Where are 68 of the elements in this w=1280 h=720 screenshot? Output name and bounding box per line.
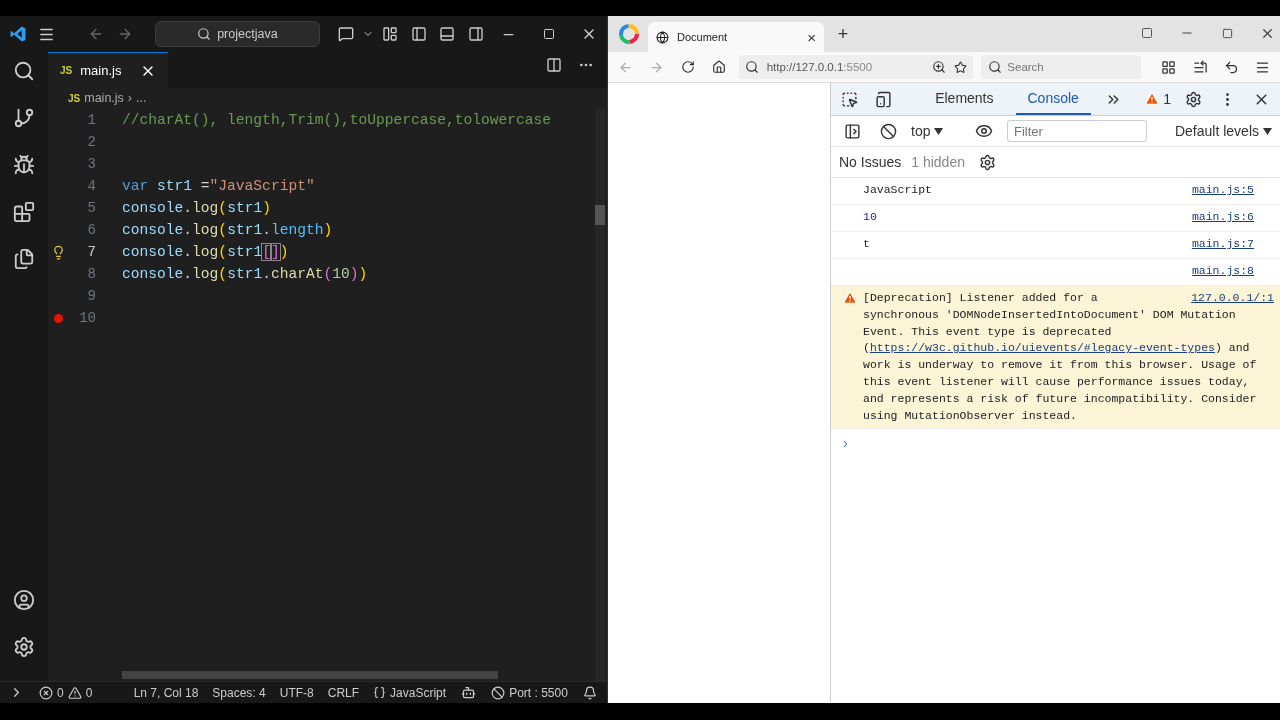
line-number: 7 xyxy=(86,244,96,260)
hidden-count: 1 hidden xyxy=(911,154,965,170)
port-status[interactable]: Port : 5500 xyxy=(491,685,568,700)
error-icon xyxy=(39,685,54,700)
line-number: 4 xyxy=(86,178,96,194)
vertical-scrollbar[interactable] xyxy=(595,108,605,681)
code-line: console.log(str1) xyxy=(122,200,271,216)
braces-icon xyxy=(373,686,387,699)
new-tab-button[interactable]: + xyxy=(830,21,856,47)
log-output: JavaScript xyxy=(863,182,933,198)
log-output: 10 xyxy=(863,209,878,225)
code-line: //charAt(), length,Trim(),toUppercase,tolowercase xyxy=(122,112,552,128)
language-status[interactable]: JavaScript xyxy=(373,685,447,700)
docs-link[interactable]: https://w3c.github.io/uievents/#legacy-event-types xyxy=(869,341,1215,355)
browser-tab[interactable]: Document × xyxy=(648,22,824,52)
line-number: 3 xyxy=(86,156,96,172)
source-link[interactable]: main.js:7 xyxy=(1191,236,1254,253)
search-field[interactable]: Search xyxy=(981,55,1142,79)
address-bar[interactable]: http://127.0.0.1:5500 xyxy=(738,55,974,79)
line-number: 2 xyxy=(86,134,96,150)
warning-text: [Deprecation] Listener added for a xyxy=(863,290,1098,306)
warning-icon xyxy=(67,685,82,700)
code-line: var str1 ="JavaScript" xyxy=(122,178,315,194)
caret-icon[interactable] xyxy=(934,127,944,135)
status-item[interactable]: Spaces: 4 xyxy=(212,685,266,700)
status-item[interactable]: CRLF xyxy=(327,685,360,700)
code-line: console.log(str1.length) xyxy=(122,222,333,238)
breadcrumb-item[interactable]: main.js xyxy=(84,91,124,105)
no-entry-icon xyxy=(491,685,506,700)
log-output: t xyxy=(863,236,871,252)
search-icon xyxy=(197,27,212,41)
source-link[interactable]: main.js:8 xyxy=(1191,263,1254,280)
line-number: 8 xyxy=(86,266,96,282)
line-number: 5 xyxy=(86,200,96,216)
js-file-icon: JS xyxy=(68,92,81,104)
source-link[interactable]: main.js:6 xyxy=(1191,209,1254,226)
code-line: console.log(str1[]) xyxy=(122,244,289,260)
command-center-search[interactable]: projectjava xyxy=(155,21,320,47)
source-link[interactable]: main.js:5 xyxy=(1191,182,1254,199)
filter-field[interactable]: Filter xyxy=(1007,120,1147,142)
problems-status[interactable]: 0 0 xyxy=(39,685,93,700)
breakpoint-dot[interactable] xyxy=(53,313,63,323)
status-item[interactable]: Ln 7, Col 18 xyxy=(133,685,199,700)
browser-logo-icon[interactable] xyxy=(616,21,642,47)
code-line: console.log(str1.charAt(10)) xyxy=(122,266,368,282)
breadcrumb-separator: › xyxy=(127,91,132,105)
line-number: 1 xyxy=(86,112,96,128)
issues-label: No Issues xyxy=(839,154,902,170)
context-dropdown[interactable]: top xyxy=(911,123,961,139)
horizontal-scrollbar[interactable] xyxy=(122,671,498,679)
editor-tab[interactable]: JS main.js xyxy=(48,52,168,88)
line-number: 6 xyxy=(86,222,96,238)
console-prompt[interactable]: › xyxy=(831,429,1280,458)
status-item[interactable]: UTF-8 xyxy=(279,685,314,700)
levels-dropdown[interactable]: Default levels xyxy=(1174,123,1272,139)
globe-icon xyxy=(656,30,669,44)
warning-icon xyxy=(843,290,857,306)
line-number: 9 xyxy=(86,288,96,304)
devtools-tab[interactable]: Elements xyxy=(923,83,1006,115)
caret-icon[interactable] xyxy=(1263,127,1272,135)
source-link[interactable]: 127.0.0.1/:1 xyxy=(1191,290,1274,307)
devtools-tab[interactable]: Console xyxy=(1015,83,1091,115)
extensions-icon[interactable] xyxy=(11,199,37,225)
warning-count[interactable]: 1 xyxy=(1145,91,1171,107)
account-icon[interactable] xyxy=(11,587,37,613)
breadcrumb-item[interactable]: ... xyxy=(136,91,147,105)
warning-text: synchronous 'DOMNodeInsertedIntoDocument' DOM Mutation Event. This event type is deprecated (https://w3c.github.io/uievents/#legacy-event-types) and work is underway to remove it from this browser. Usage of this event listener will cause performance issues today, and represents a risk of future incompatibility. Consider using MutationObserver instead. xyxy=(863,306,1258,424)
line-number: 10 xyxy=(78,310,96,326)
